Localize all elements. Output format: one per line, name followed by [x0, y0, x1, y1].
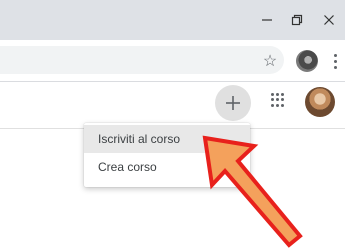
kebab-menu-icon[interactable]: [328, 50, 342, 72]
browser-profile-avatar[interactable]: [296, 50, 318, 72]
restore-icon[interactable]: [282, 8, 312, 32]
close-icon[interactable]: [314, 8, 344, 32]
user-avatar[interactable]: [305, 87, 335, 117]
window-title-bar: [0, 0, 345, 40]
star-icon[interactable]: ☆: [260, 52, 280, 72]
menu-item-join-class[interactable]: Iscriviti al corso: [84, 125, 250, 153]
create-join-menu: Iscriviti al corso Crea corso: [84, 123, 250, 187]
plus-icon: [226, 96, 240, 110]
add-class-button[interactable]: [215, 85, 251, 121]
browser-toolbar: ☆: [0, 40, 345, 82]
menu-item-create-class[interactable]: Crea corso: [84, 153, 250, 181]
minimize-icon[interactable]: [252, 8, 282, 32]
app-header: [0, 82, 345, 129]
address-bar[interactable]: ☆: [0, 46, 284, 74]
apps-grid-icon[interactable]: [271, 93, 285, 107]
